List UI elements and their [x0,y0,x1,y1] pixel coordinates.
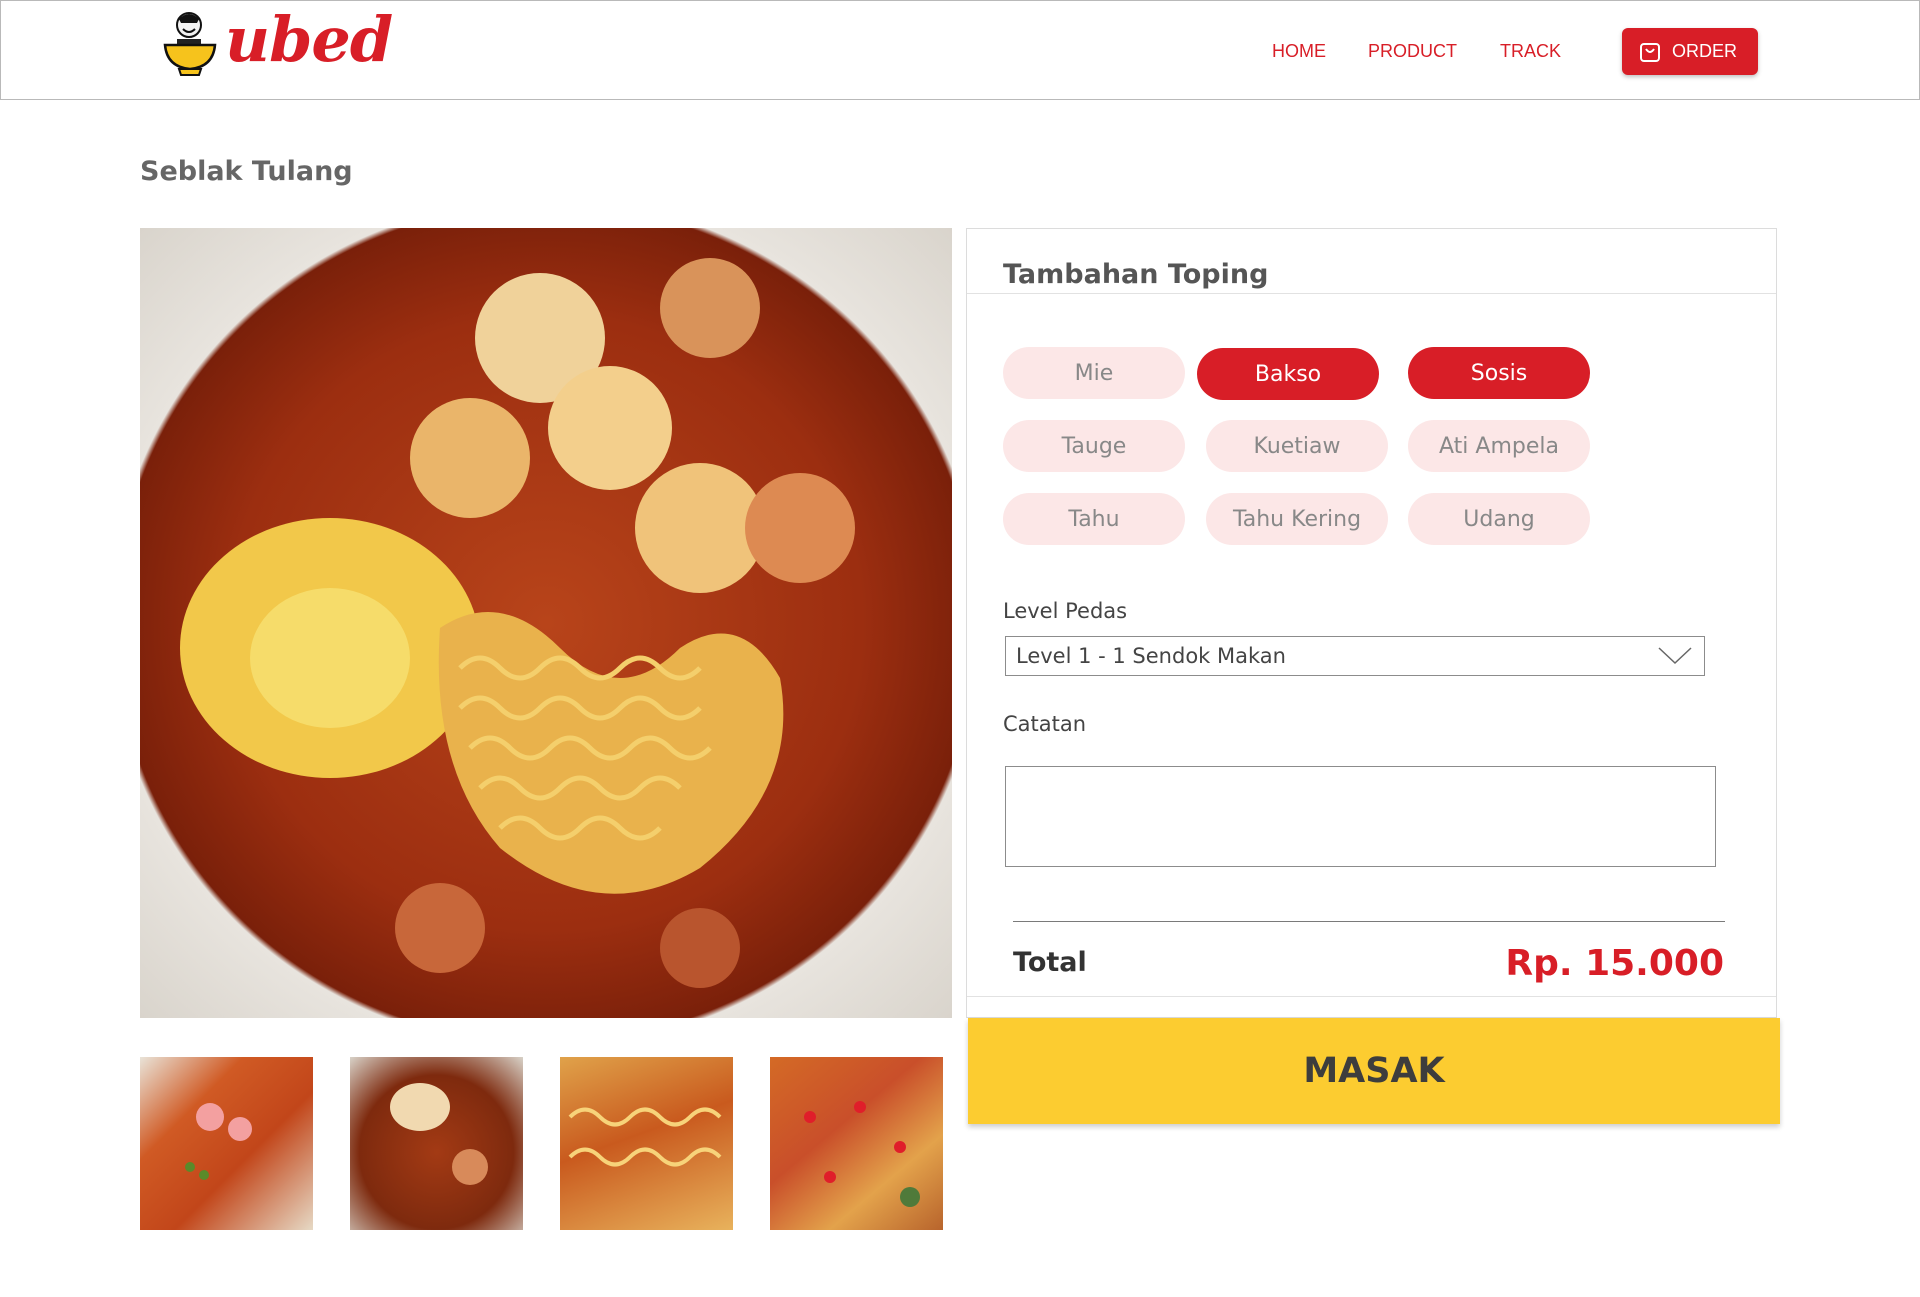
topping-chip-tahu-kering[interactable]: Tahu Kering [1206,493,1388,545]
topping-chip-kuetiaw[interactable]: Kuetiaw [1206,420,1388,472]
seblak-photo-4 [804,1101,920,1207]
seblak-photo-1 [185,1103,252,1180]
topping-chip-sosis[interactable]: Sosis [1408,347,1590,399]
divider [1013,921,1725,922]
bowl-chef-icon [163,12,217,76]
total-price: Rp. 15.000 [1505,943,1724,984]
spice-level-label: Level Pedas [1003,599,1128,623]
brand-logo[interactable]: ubed [163,3,393,81]
seblak-photo [180,258,855,988]
topping-chip-ati-ampela[interactable]: Ati Ampela [1408,420,1590,472]
topping-chip-tahu[interactable]: Tahu [1003,493,1185,545]
chevron-down-icon [1658,647,1692,665]
brand-name: ubed [225,3,393,76]
divider [967,996,1776,997]
order-button-label: ORDER [1672,41,1738,61]
order-button[interactable]: ORDER [1622,28,1758,75]
product-thumbnail[interactable] [770,1057,943,1230]
nav-track[interactable]: TRACK [1500,41,1561,62]
product-thumbnail[interactable] [140,1057,313,1230]
spice-level-select[interactable]: Level 1 - 1 Sendok Makan [1005,636,1705,676]
notes-label: Catatan [1003,712,1087,736]
page-title: Seblak Tulang [140,156,353,187]
topping-chip-bakso[interactable]: Bakso [1197,348,1379,400]
toppings-title: Tambahan Toping [1003,259,1269,290]
nav-home[interactable]: HOME [1272,41,1326,62]
masak-button-label: MASAK [1303,1051,1445,1091]
seblak-photo-2 [390,1083,488,1185]
topping-chip-udang[interactable]: Udang [1408,493,1590,545]
product-thumbnail[interactable] [560,1057,733,1230]
spice-level-value: Level 1 - 1 Sendok Makan [1016,644,1286,668]
topping-chip-tauge[interactable]: Tauge [1003,420,1185,472]
divider [967,293,1776,294]
top-navbar: ubed HOME PRODUCT TRACK ORDER [0,0,1920,100]
main-product-image [140,228,952,1018]
topping-chip-mie[interactable]: Mie [1003,347,1185,399]
total-label: Total [1013,947,1087,978]
seblak-photo-3 [568,1107,722,1167]
product-thumbnail[interactable] [350,1057,523,1230]
nav-product[interactable]: PRODUCT [1368,41,1457,62]
bag-icon [1640,42,1660,62]
notes-input[interactable] [1005,766,1716,867]
order-options-panel: Tambahan Toping Mie Bakso Sosis Tauge Ku… [966,228,1777,1018]
masak-button[interactable]: MASAK [968,1018,1780,1124]
